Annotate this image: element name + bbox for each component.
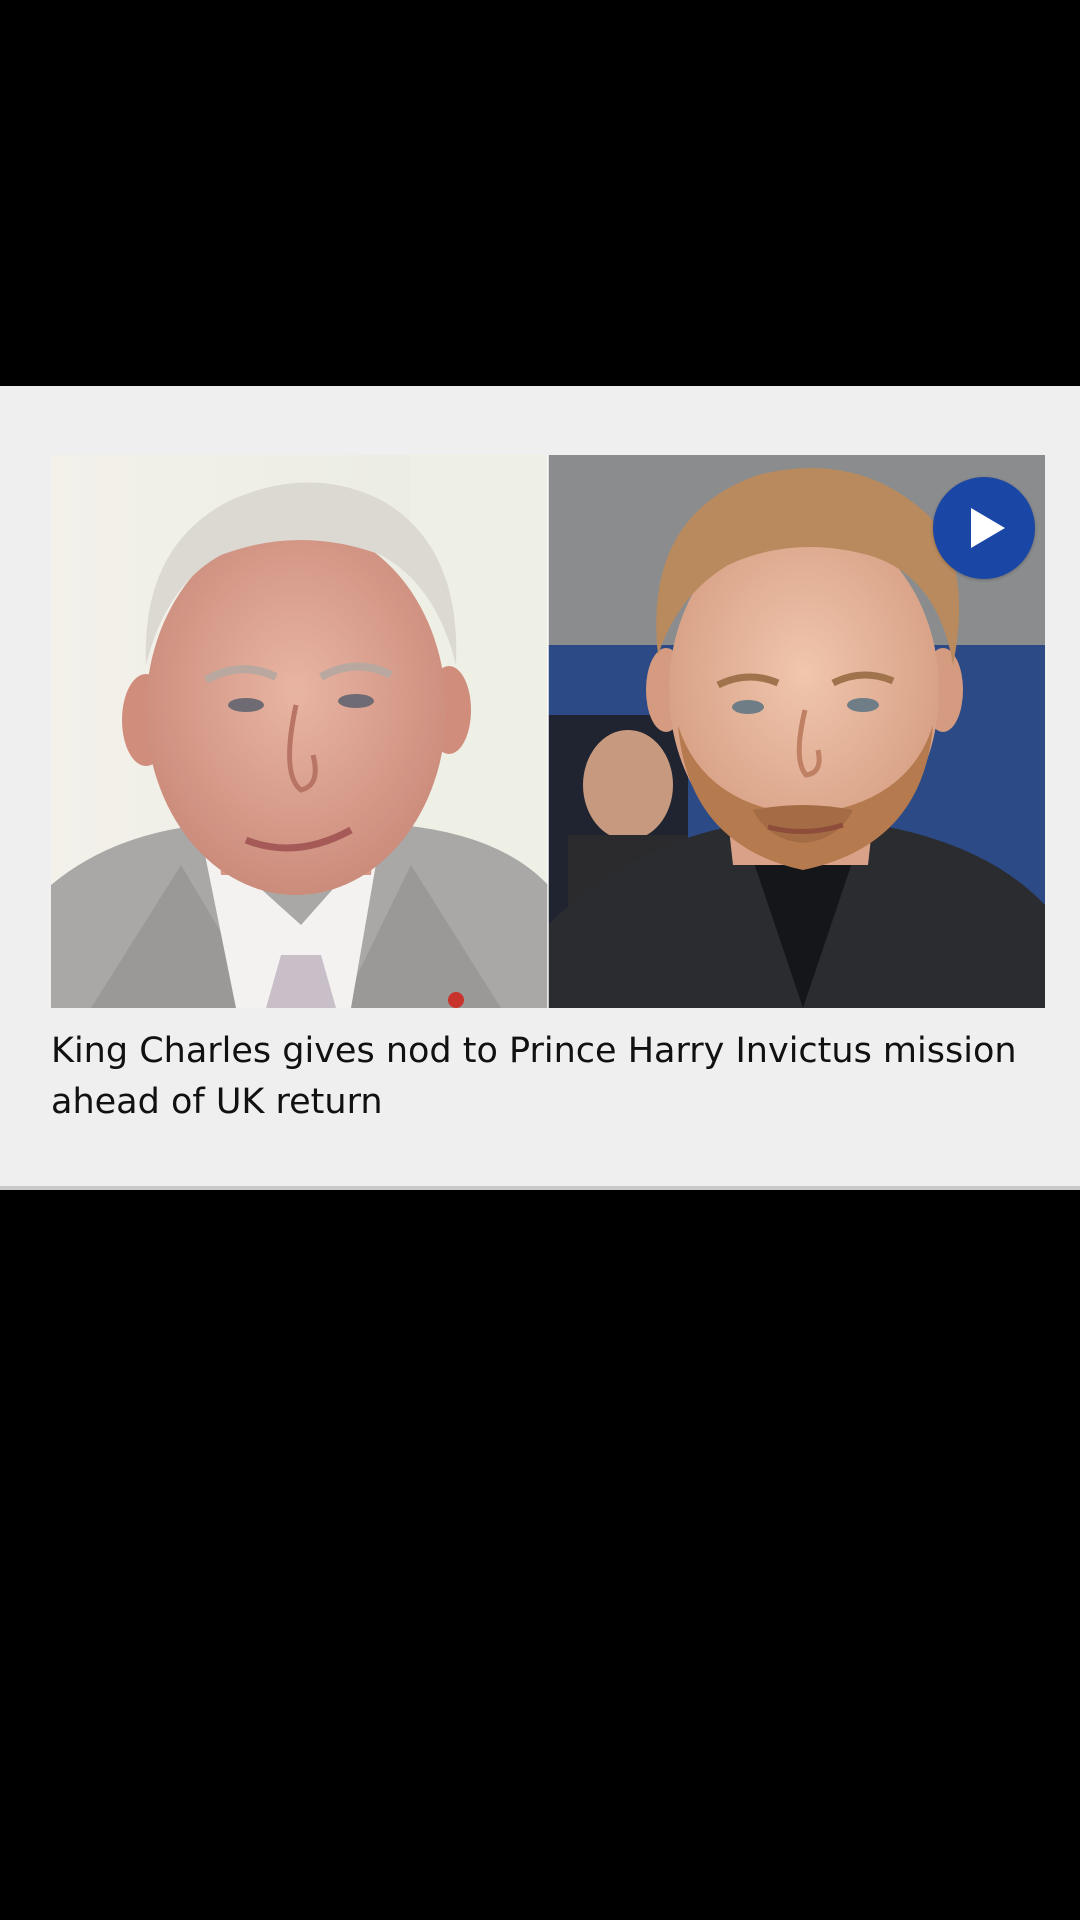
play-icon xyxy=(971,508,1005,548)
photo-divider xyxy=(547,455,549,1008)
play-button[interactable] xyxy=(933,477,1035,579)
news-image[interactable] xyxy=(51,455,1045,1008)
screen: King Charles gives nod to Prince Harry I… xyxy=(0,0,1080,1920)
news-card[interactable]: King Charles gives nod to Prince Harry I… xyxy=(0,386,1080,1190)
photo-king-charles xyxy=(51,455,548,1008)
headline[interactable]: King Charles gives nod to Prince Harry I… xyxy=(51,1026,1041,1128)
